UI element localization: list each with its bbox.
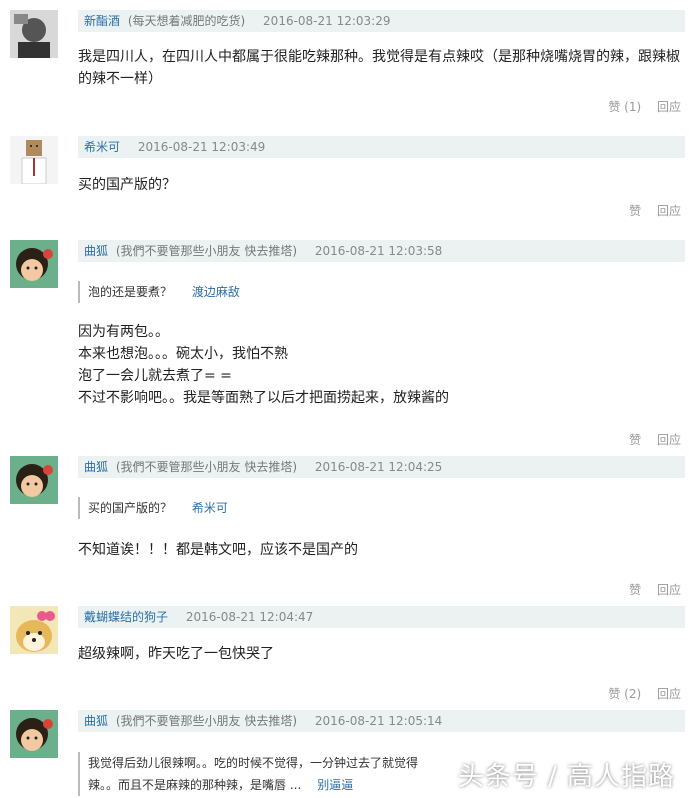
user-signature: (每天想着减肥的吃货) — [127, 14, 246, 28]
comment-line: 因为有两包。。 — [78, 324, 169, 340]
comment-line: 泡了一会儿就去煮了= = — [78, 368, 232, 384]
comment-header: 戴蝴蝶结的狗子 2016-08-21 12:04:47 — [78, 606, 685, 628]
username-link[interactable]: 曲狐 — [84, 460, 108, 474]
quoted-comment: 我觉得后劲儿很辣啊。。吃的时候不觉得，一分钟过去了就觉得 辣。。而且不是麻辣的那… — [78, 752, 468, 796]
timestamp: 2016-08-21 12:03:29 — [263, 14, 391, 28]
comment-line: 我是四川人，在四川人中都属于很能吃辣那种。我觉得是有点辣哎（是那种烧嘴烧胃的辣，… — [78, 49, 680, 65]
timestamp: 2016-08-21 12:03:58 — [314, 244, 443, 258]
like-button[interactable]: 赞 (1) — [608, 100, 641, 114]
comment-actions: 赞 (2) 回应 — [596, 685, 681, 702]
comment-text: 我是四川人，在四川人中都属于很能吃辣那种。我觉得是有点辣哎（是那种烧嘴烧胃的辣，… — [78, 46, 683, 90]
quote-username-link[interactable]: 希米可 — [192, 501, 228, 515]
user-signature: (我們不要管那些小朋友 快去推塔) — [115, 714, 298, 728]
like-button[interactable]: 赞 (2) — [608, 687, 641, 701]
user-signature: (我們不要管那些小朋友 快去推塔) — [115, 460, 298, 474]
quote-text: 辣。。而且不是麻辣的那种辣，是嘴唇 ... — [88, 778, 302, 792]
comment-line: 不知道诶！！！都是韩文吧，应该不是国产的 — [78, 542, 358, 558]
like-button[interactable]: 赞 — [629, 433, 641, 447]
username-link[interactable]: 曲狐 — [84, 244, 108, 258]
comment-header: 新酯酒 (每天想着减肥的吃货) 2016-08-21 12:03:29 — [78, 10, 685, 32]
avatar-boxhead-icon — [10, 136, 58, 184]
comment-text: 因为有两包。。 本来也想泡。。。碗太小，我怕不熟 泡了一会儿就去煮了= = 不过… — [78, 321, 683, 409]
username-link[interactable]: 希米可 — [84, 140, 120, 154]
comment-header: 曲狐 (我們不要管那些小朋友 快去推塔) 2016-08-21 12:03:58 — [78, 240, 685, 262]
username-link[interactable]: 戴蝴蝶结的狗子 — [84, 610, 168, 624]
avatar-girl-icon — [10, 456, 58, 504]
comment-actions: 赞 回应 — [617, 431, 681, 448]
timestamp: 2016-08-21 12:03:49 — [137, 140, 266, 154]
watermark: 头条号 / 高人指路 — [457, 762, 675, 792]
comment-actions: 赞 回应 — [617, 202, 681, 219]
quote-text: 泡的还是要煮？ — [88, 285, 173, 299]
timestamp: 2016-08-21 12:05:14 — [314, 714, 443, 728]
quote-text: 我觉得后劲儿很辣啊。。吃的时候不觉得，一分钟过去了就觉得 — [88, 756, 419, 770]
reply-button[interactable]: 回应 — [657, 433, 681, 447]
avatar[interactable] — [10, 240, 58, 288]
comment-line: 超级辣啊，昨天吃了一包快哭了 — [78, 646, 274, 662]
comment-line: 本来也想泡。。。碗太小，我怕不熟 — [78, 346, 288, 362]
avatar-doge-icon — [10, 606, 58, 654]
quoted-comment: 泡的还是要煮？ 渡边麻敌 — [78, 281, 240, 303]
quote-text: 买的国产版的？ — [88, 501, 173, 515]
comment-text: 不知道诶！！！都是韩文吧，应该不是国产的 — [78, 539, 683, 561]
avatar-photo-icon — [10, 10, 58, 58]
comment-header: 曲狐 (我們不要管那些小朋友 快去推塔) 2016-08-21 12:05:14 — [78, 710, 685, 732]
reply-button[interactable]: 回应 — [657, 100, 681, 114]
reply-button[interactable]: 回应 — [657, 687, 681, 701]
like-button[interactable]: 赞 — [629, 204, 641, 218]
timestamp: 2016-08-21 12:04:25 — [314, 460, 443, 474]
avatar[interactable] — [10, 456, 58, 504]
reply-button[interactable]: 回应 — [657, 204, 681, 218]
comment-text: 买的国产版的？ — [78, 174, 683, 196]
avatar[interactable] — [10, 710, 58, 758]
like-button[interactable]: 赞 — [629, 583, 641, 597]
quote-username-link[interactable]: 别逼逼 — [317, 778, 353, 792]
comment-line: 的辣不一样） — [78, 71, 162, 87]
user-signature: (我們不要管那些小朋友 快去推塔) — [115, 244, 298, 258]
username-link[interactable]: 曲狐 — [84, 714, 108, 728]
avatar[interactable] — [10, 136, 58, 184]
comment-line: 不过不影响吧。。我是等面熟了以后才把面捞起来，放辣酱的 — [78, 390, 449, 406]
avatar[interactable] — [10, 10, 58, 58]
avatar[interactable] — [10, 606, 58, 654]
comment-header: 希米可 2016-08-21 12:03:49 — [78, 136, 685, 158]
timestamp: 2016-08-21 12:04:47 — [185, 610, 314, 624]
avatar-girl-icon — [10, 710, 58, 758]
comment-actions: 赞 回应 — [617, 581, 681, 598]
comment-header: 曲狐 (我們不要管那些小朋友 快去推塔) 2016-08-21 12:04:25 — [78, 456, 685, 478]
comment-text: 超级辣啊，昨天吃了一包快哭了 — [78, 643, 683, 665]
reply-button[interactable]: 回应 — [657, 583, 681, 597]
quote-username-link[interactable]: 渡边麻敌 — [192, 285, 240, 299]
username-link[interactable]: 新酯酒 — [84, 14, 120, 28]
quoted-comment: 买的国产版的？ 希米可 — [78, 497, 228, 519]
comment-actions: 赞 (1) 回应 — [596, 98, 681, 115]
avatar-girl-icon — [10, 240, 58, 288]
comment-line: 买的国产版的？ — [78, 177, 176, 193]
